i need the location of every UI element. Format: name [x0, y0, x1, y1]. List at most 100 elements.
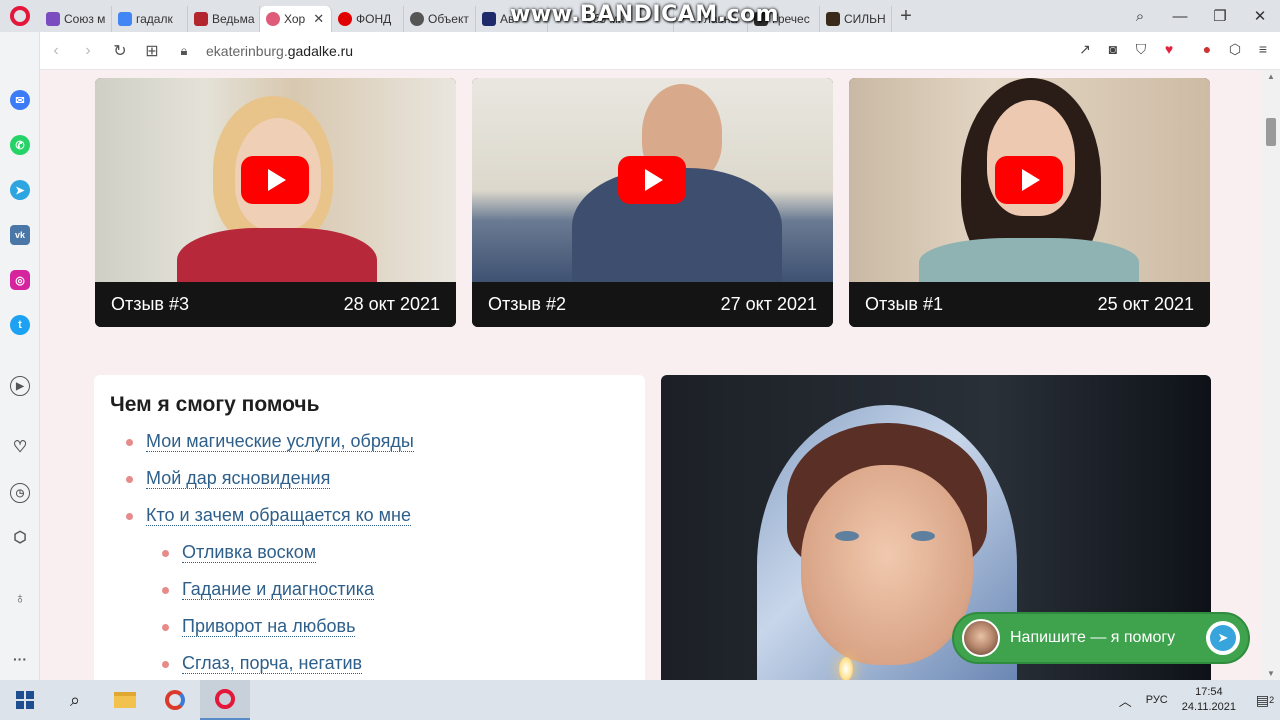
- send-icon[interactable]: ↗: [1076, 40, 1094, 58]
- twitter-icon[interactable]: t: [10, 315, 30, 335]
- tray-chevron-icon[interactable]: ︿: [1119, 691, 1132, 710]
- help-link[interactable]: Мои магические услуги, обряды: [146, 431, 414, 452]
- web-page: Отзыв #3 28 окт 2021 Отзыв #2 27 окт 202…: [40, 70, 1262, 680]
- notification-center-icon[interactable]: ▤ 2: [1250, 680, 1280, 720]
- tab-item[interactable]: гадалк: [112, 6, 188, 32]
- tab-label: Союз м: [64, 12, 106, 26]
- shield-icon[interactable]: ⛉: [1132, 40, 1150, 58]
- language-indicator[interactable]: РУС: [1146, 694, 1168, 706]
- youtube-play-icon[interactable]: [618, 156, 686, 204]
- eye: [911, 531, 935, 541]
- url-subdomain: ekaterinburg.: [206, 42, 288, 59]
- windows-taskbar: ⌕ ︿ РУС 17:54 24.11.2021 ▤ 2: [0, 680, 1280, 720]
- opera-taskbar-button[interactable]: [200, 680, 250, 720]
- tab-label: Хор: [284, 12, 306, 26]
- heart-bookmark-icon[interactable]: ♥: [1160, 40, 1178, 58]
- bulb-icon[interactable]: ♁: [10, 588, 30, 608]
- back-icon[interactable]: ‹: [40, 42, 72, 60]
- url-host: gadalke.ru: [287, 42, 354, 59]
- minimize-icon[interactable]: —: [1160, 8, 1200, 25]
- help-title: Чем я смогу помочь: [110, 393, 320, 416]
- telegram-icon[interactable]: ➤: [10, 180, 30, 200]
- tab-item[interactable]: Объект: [404, 6, 476, 32]
- video-label: Отзыв #2: [488, 294, 567, 314]
- help-link[interactable]: Сглаз, порча, негатив: [182, 653, 363, 674]
- opera-icon: [215, 689, 235, 709]
- tab-label: Объект: [428, 12, 469, 26]
- video-card[interactable]: Отзыв #2 27 окт 2021: [472, 78, 833, 327]
- cube-extension-icon[interactable]: ⬡: [1226, 40, 1244, 58]
- messenger-icon[interactable]: ✉: [10, 90, 30, 110]
- list-item: Сглаз, порча, негатив: [110, 653, 629, 678]
- help-link[interactable]: Приворот на любовь: [182, 616, 356, 637]
- windows-logo-icon: [16, 691, 34, 709]
- new-tab-button[interactable]: +: [892, 5, 920, 28]
- telegram-chat-widget[interactable]: Напишите — я помогу ➤: [952, 612, 1250, 664]
- reload-icon[interactable]: ↻: [104, 41, 136, 61]
- search-icon[interactable]: ⌕: [50, 680, 100, 720]
- avatar: [962, 619, 1000, 657]
- video-label: Отзыв #3: [111, 294, 190, 314]
- youtube-play-icon[interactable]: [995, 156, 1063, 204]
- video-date: 25 окт 2021: [1097, 294, 1194, 314]
- tab-label: Ведьма: [212, 12, 255, 26]
- more-icon[interactable]: ···: [10, 649, 30, 669]
- opera-menu-button[interactable]: [0, 0, 40, 32]
- heart-icon[interactable]: ♡: [10, 437, 30, 457]
- vk-icon[interactable]: vk: [10, 225, 30, 245]
- list-item: Мои магические услуги, обряды: [110, 431, 629, 456]
- tab-item[interactable]: ФОНД: [332, 6, 404, 32]
- tabs-grid-icon[interactable]: ⊞: [136, 41, 168, 61]
- tab-favicon-icon: [118, 12, 132, 26]
- adblock-icon[interactable]: ●: [1198, 40, 1216, 58]
- help-link[interactable]: Гадание и диагностика: [182, 579, 374, 600]
- file-explorer-button[interactable]: [100, 680, 150, 720]
- history-icon[interactable]: ◷: [10, 483, 30, 503]
- system-tray: ︿ РУС 17:54 24.11.2021 ▤ 2: [1119, 680, 1280, 720]
- close-window-icon[interactable]: ✕: [1240, 7, 1280, 25]
- ccleaner-button[interactable]: [150, 680, 200, 720]
- instagram-icon[interactable]: ◎: [10, 270, 30, 290]
- tab-label: ФОНД: [356, 12, 392, 26]
- cube-icon[interactable]: ⬡: [10, 527, 30, 547]
- video-card[interactable]: Отзыв #3 28 окт 2021: [95, 78, 456, 327]
- help-list: Мои магические услуги, обряды Мой дар яс…: [110, 431, 629, 678]
- tab-item[interactable]: Союз м: [40, 6, 112, 32]
- eye: [835, 531, 859, 541]
- tab-favicon-icon: [482, 12, 496, 26]
- start-button[interactable]: [0, 680, 50, 720]
- help-link[interactable]: Отливка воском: [182, 542, 317, 563]
- tab-item[interactable]: СИЛЬН: [820, 6, 892, 32]
- restore-icon[interactable]: ❐: [1200, 7, 1240, 25]
- notification-count: 2: [1269, 695, 1275, 705]
- camera-icon[interactable]: ◙: [1104, 40, 1122, 58]
- telegram-button[interactable]: ➤: [1206, 621, 1240, 655]
- tab-favicon-icon: [410, 12, 424, 26]
- video-card[interactable]: Отзыв #1 25 окт 2021: [849, 78, 1210, 327]
- scroll-down-icon[interactable]: ▼: [1267, 669, 1275, 678]
- close-tab-icon[interactable]: ✕: [313, 11, 324, 27]
- help-link[interactable]: Кто и зачем обращается ко мне: [146, 505, 412, 526]
- youtube-play-icon[interactable]: [241, 156, 309, 204]
- page-scrollbar[interactable]: ▲ ▼: [1262, 70, 1280, 680]
- address-bar: ‹ › ↻ ⊞ 🔒︎ ekaterinburg.gadalke.ru ↗ ◙ ⛉…: [40, 32, 1280, 70]
- window-controls: ⌕ — ❐ ✕: [1120, 7, 1280, 26]
- menu-icon[interactable]: ≡: [1254, 40, 1272, 58]
- tab-item[interactable]: Ведьма: [188, 6, 260, 32]
- forward-icon[interactable]: ›: [72, 42, 104, 60]
- scroll-thumb[interactable]: [1266, 118, 1276, 146]
- tab-favicon-icon: [338, 12, 352, 26]
- tab-label: СИЛЬН: [844, 12, 886, 26]
- video-caption: Отзыв #3 28 окт 2021: [95, 282, 456, 327]
- tab-item-active[interactable]: Хор ✕: [260, 6, 332, 32]
- ccleaner-icon: [165, 690, 185, 710]
- video-caption: Отзыв #1 25 окт 2021: [849, 282, 1210, 327]
- telegram-plane-icon: ➤: [1210, 625, 1236, 651]
- help-link[interactable]: Мой дар ясновидения: [146, 468, 331, 489]
- whatsapp-icon[interactable]: ✆: [10, 135, 30, 155]
- clock[interactable]: 17:54 24.11.2021: [1182, 685, 1236, 715]
- scroll-up-icon[interactable]: ▲: [1267, 72, 1275, 81]
- search-tabs-icon[interactable]: ⌕: [1120, 8, 1160, 25]
- url-field[interactable]: ekaterinburg.gadalke.ru: [206, 43, 353, 59]
- player-icon[interactable]: ▶: [10, 376, 30, 396]
